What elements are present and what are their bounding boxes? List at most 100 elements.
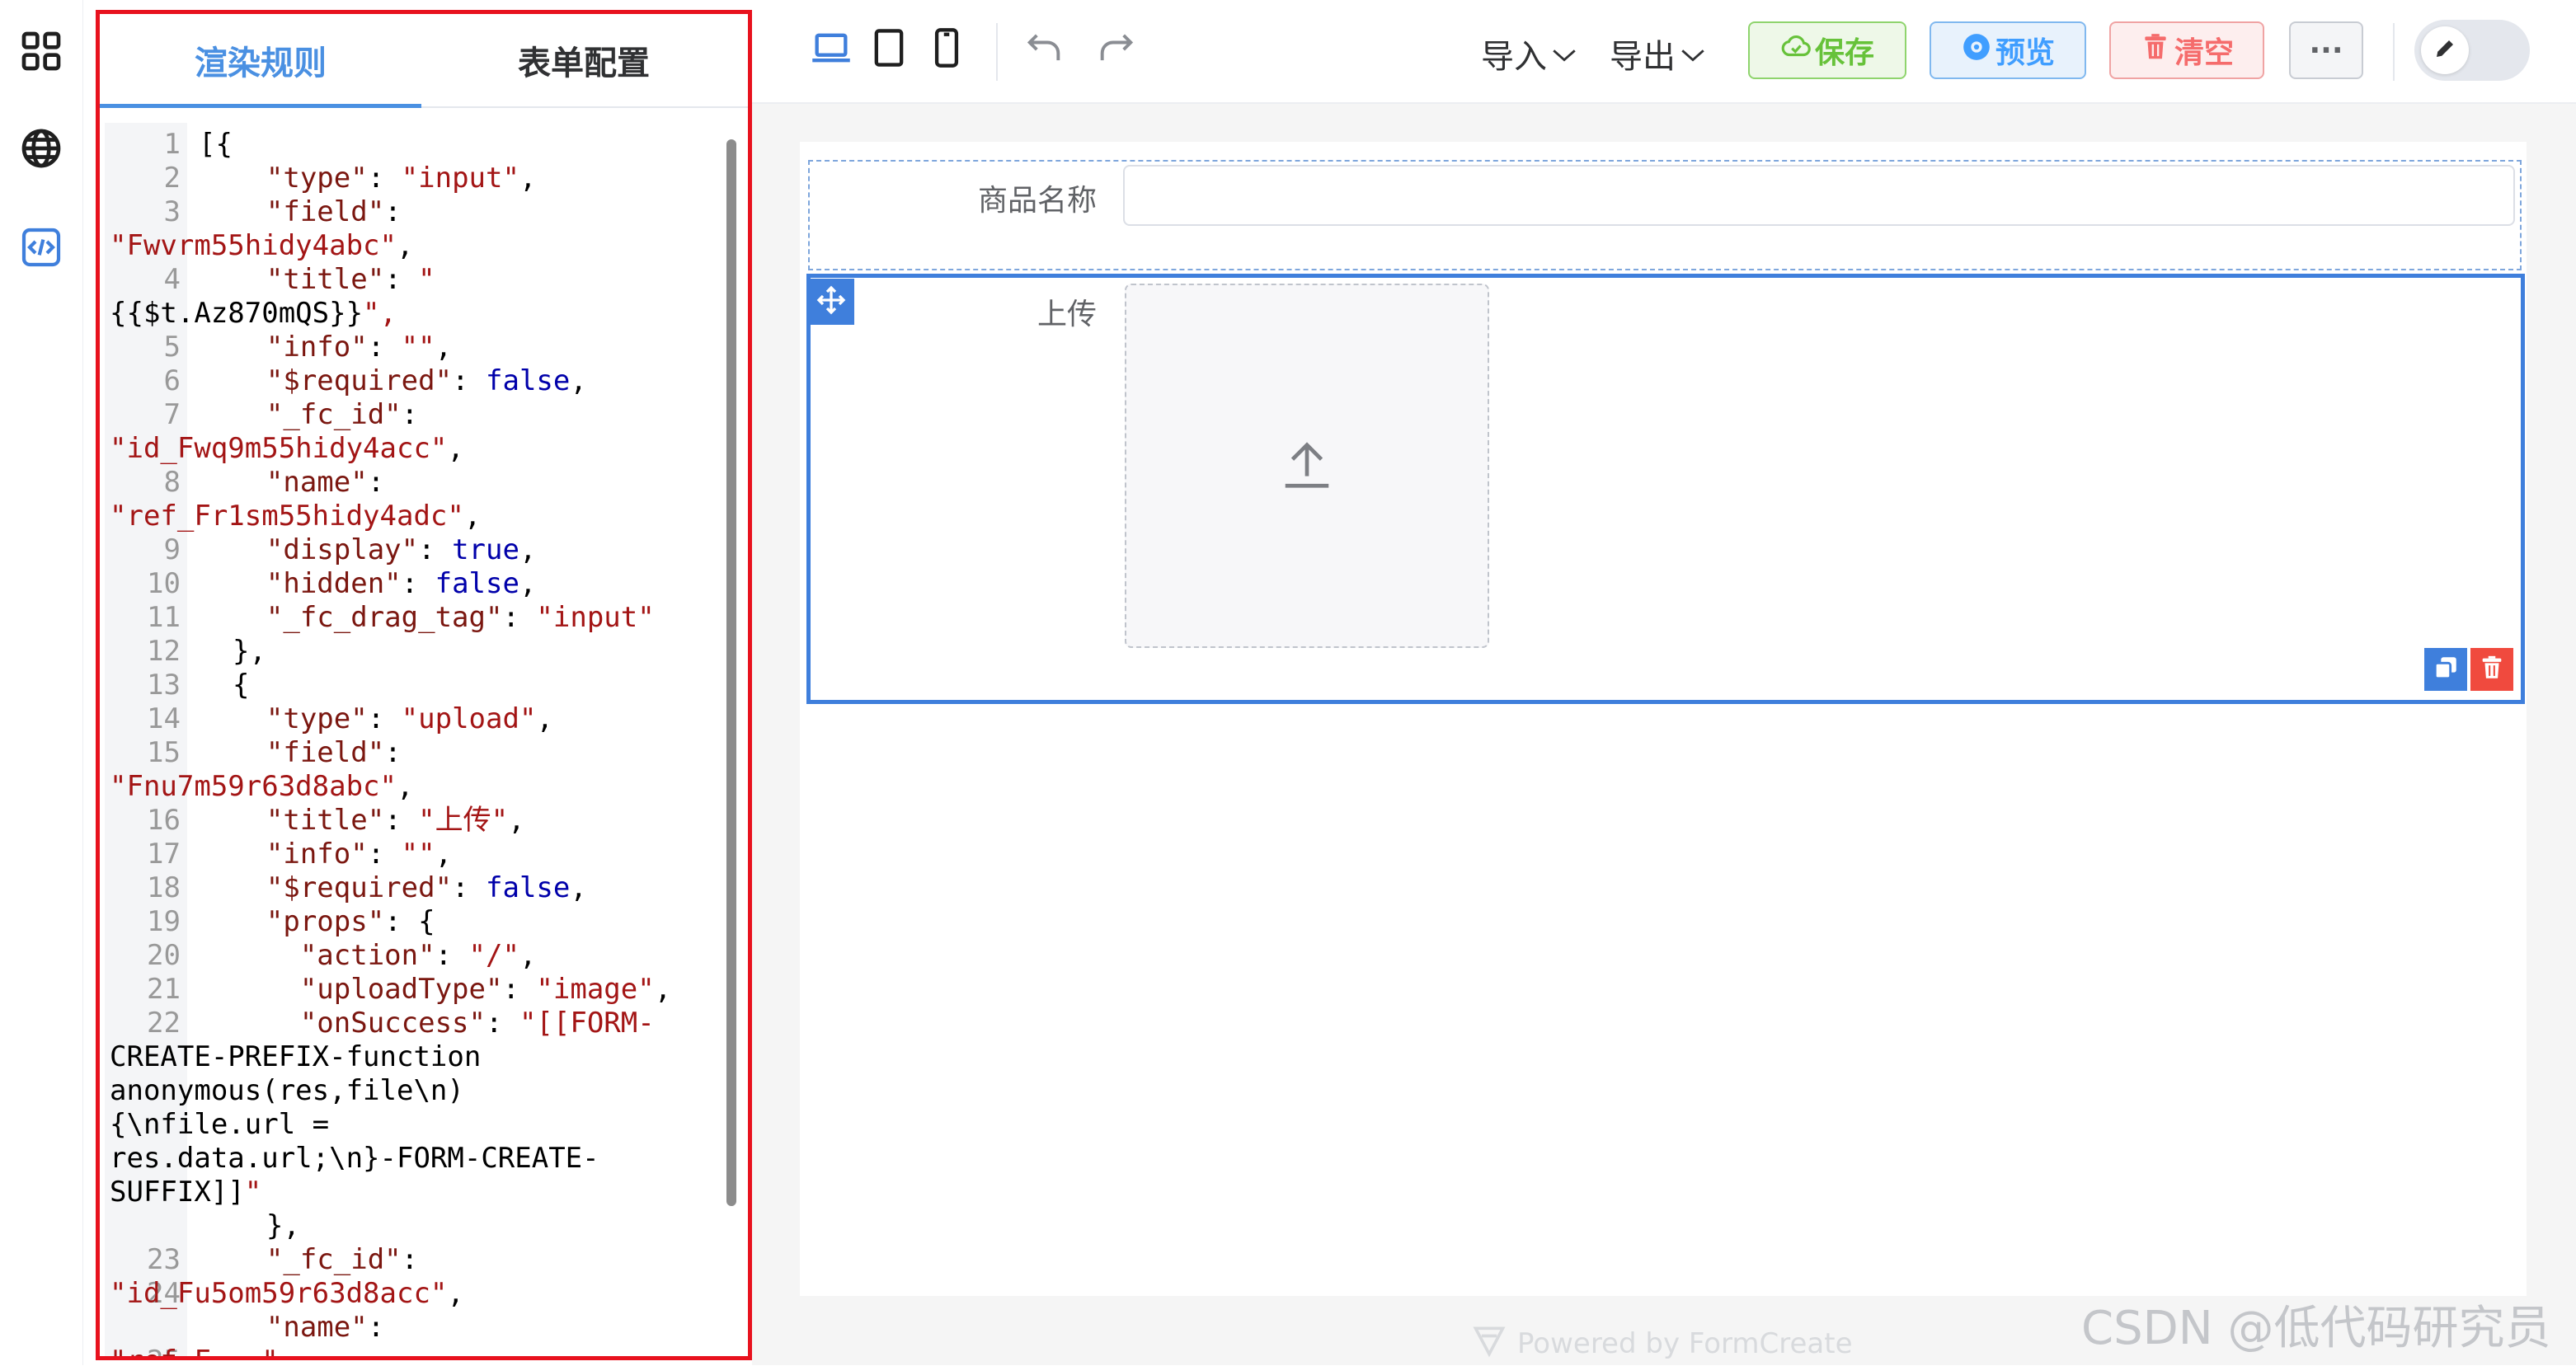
tablet-icon	[867, 26, 910, 73]
code-line: "ref_F..."	[110, 1345, 279, 1356]
form-item-upload[interactable]	[806, 274, 2525, 704]
line-number: 8	[163, 466, 181, 499]
import-menu[interactable]: 导入	[1481, 31, 1578, 76]
line-number: 16	[147, 804, 181, 837]
code-line: "ref_Fr1sm55hidy4adc",	[110, 500, 482, 533]
toolbar: 导入 导出 保存 预览 清空 ···	[752, 0, 2576, 104]
label-wrap: 上传	[808, 290, 1097, 331]
line-number: 5	[163, 331, 181, 364]
left-rail	[0, 0, 83, 1365]
line-number: 4	[163, 263, 181, 296]
chevron-down-icon	[1676, 35, 1707, 73]
code-line: {\nfile.url =	[110, 1108, 330, 1141]
code-line: CREATE-PREFIX-function	[110, 1040, 482, 1073]
redo-icon	[1095, 26, 1138, 73]
line-number: 13	[147, 669, 181, 702]
upload-label: 上传	[1037, 298, 1097, 331]
line-number: 3	[163, 195, 181, 228]
device-mobile-button[interactable]	[924, 25, 970, 74]
code-line: res.data.url;\n}-FORM-CREATE-	[110, 1142, 599, 1175]
code-line: "Fnu7m59r63d8abc",	[110, 770, 414, 803]
line-number: 1	[163, 128, 181, 161]
code-line: "onSuccess": "[[FORM-	[299, 1007, 655, 1040]
undo-button[interactable]	[1021, 25, 1067, 74]
line-number: 2	[163, 162, 181, 195]
save-button[interactable]: 保存	[1748, 21, 1906, 79]
cloud-upload-icon	[1780, 31, 1815, 70]
line-number: 23	[147, 1243, 181, 1276]
upload-arrow-icon	[1278, 435, 1336, 496]
label-wrap: 商品名称	[808, 176, 1097, 218]
rail-code-button[interactable]	[12, 219, 71, 279]
clear-button[interactable]: 清空	[2109, 21, 2264, 79]
device-pc-button[interactable]	[808, 25, 854, 74]
code-line: "info": "",	[266, 331, 453, 364]
more-label: ···	[2309, 33, 2343, 68]
line-number: 12	[147, 635, 181, 668]
preview-button[interactable]: 预览	[1930, 21, 2086, 79]
code-panel: 渲染规则 表单配置 1 2 3 4 5 6 7 8 9 10 11 12 13 14 15 16 17 18 19 2…	[96, 10, 752, 1360]
code-line: "uploadType": "image",	[299, 973, 672, 1006]
line-number: 20	[147, 939, 181, 972]
code-editor[interactable]: 1234567891011121314151617181920212223242…	[105, 123, 748, 1356]
line-number: 11	[147, 601, 181, 634]
line-number: 15	[147, 736, 181, 769]
chevron-down-icon	[1547, 35, 1578, 73]
watermark: CSDN @低代码研究员	[2081, 1302, 2551, 1355]
code-line: "action": "/",	[299, 939, 537, 972]
tab-form-config[interactable]: 表单配置	[423, 14, 745, 106]
phone-icon	[925, 26, 968, 73]
code-line: "Fwvrm55hidy4abc",	[110, 229, 414, 262]
more-button[interactable]: ···	[2289, 21, 2363, 79]
code-line: "_fc_id":	[266, 1243, 419, 1276]
code-line: "id_Fwq9m55hidy4acc",	[110, 432, 464, 465]
copy-field-button[interactable]	[2424, 648, 2467, 691]
tab-render-rules[interactable]: 渲染规则	[100, 14, 421, 108]
design-mode-toggle[interactable]	[2414, 20, 2530, 81]
code-line: },	[199, 635, 266, 668]
import-label: 导入	[1481, 38, 1547, 76]
code-line: anonymous(res,file\n)	[110, 1074, 464, 1107]
code-line: {	[199, 669, 250, 702]
redo-button[interactable]	[1093, 25, 1140, 74]
line-number: 7	[163, 398, 181, 431]
export-label: 导出	[1610, 38, 1676, 76]
code-line: "name":	[266, 466, 385, 499]
laptop-icon	[810, 26, 853, 73]
grid-icon	[18, 28, 64, 77]
rail-components-button[interactable]	[12, 23, 71, 82]
undo-icon	[1022, 26, 1065, 73]
code-line: "hidden": false,	[266, 567, 537, 600]
code-line: "field":	[266, 195, 402, 228]
code-line: "info": "",	[266, 838, 453, 871]
toolbar-divider	[2393, 23, 2395, 81]
code-line: "title": "上传",	[266, 804, 525, 837]
preview-label: 预览	[1995, 36, 2055, 70]
product-name-input[interactable]	[1123, 165, 2515, 226]
code-line: [{	[199, 128, 233, 161]
delete-field-button[interactable]	[2470, 648, 2513, 691]
export-menu[interactable]: 导出	[1610, 31, 1707, 76]
code-line: "_fc_drag_tag": "input"	[266, 601, 655, 634]
code-line: },	[199, 1209, 300, 1242]
globe-icon	[18, 125, 64, 175]
formcreate-logo-icon	[1471, 1322, 1517, 1366]
trash-icon	[2478, 654, 2506, 685]
toggle-knob	[2421, 26, 2469, 74]
line-number: 14	[147, 702, 181, 735]
code-line: "type": "input",	[266, 162, 537, 195]
toolbar-divider	[996, 23, 998, 81]
code-line: SUFFIX]]"	[110, 1176, 262, 1209]
image-upload-box[interactable]	[1125, 284, 1489, 648]
line-number: 22	[147, 1007, 181, 1040]
copy-icon	[2432, 654, 2460, 685]
code-panel-tabs: 渲染规则 表单配置	[100, 14, 748, 108]
code-line: "props": {	[266, 905, 435, 938]
line-number: 21	[147, 973, 181, 1006]
code-icon	[18, 224, 64, 274]
device-tablet-button[interactable]	[866, 25, 912, 74]
powered-by-text: Powered by FormCreate	[1517, 1327, 1853, 1360]
code-scrollbar[interactable]	[726, 139, 736, 1206]
rail-language-button[interactable]	[12, 120, 71, 180]
code-line: {{$t.Az870mQS}}",	[110, 297, 397, 330]
